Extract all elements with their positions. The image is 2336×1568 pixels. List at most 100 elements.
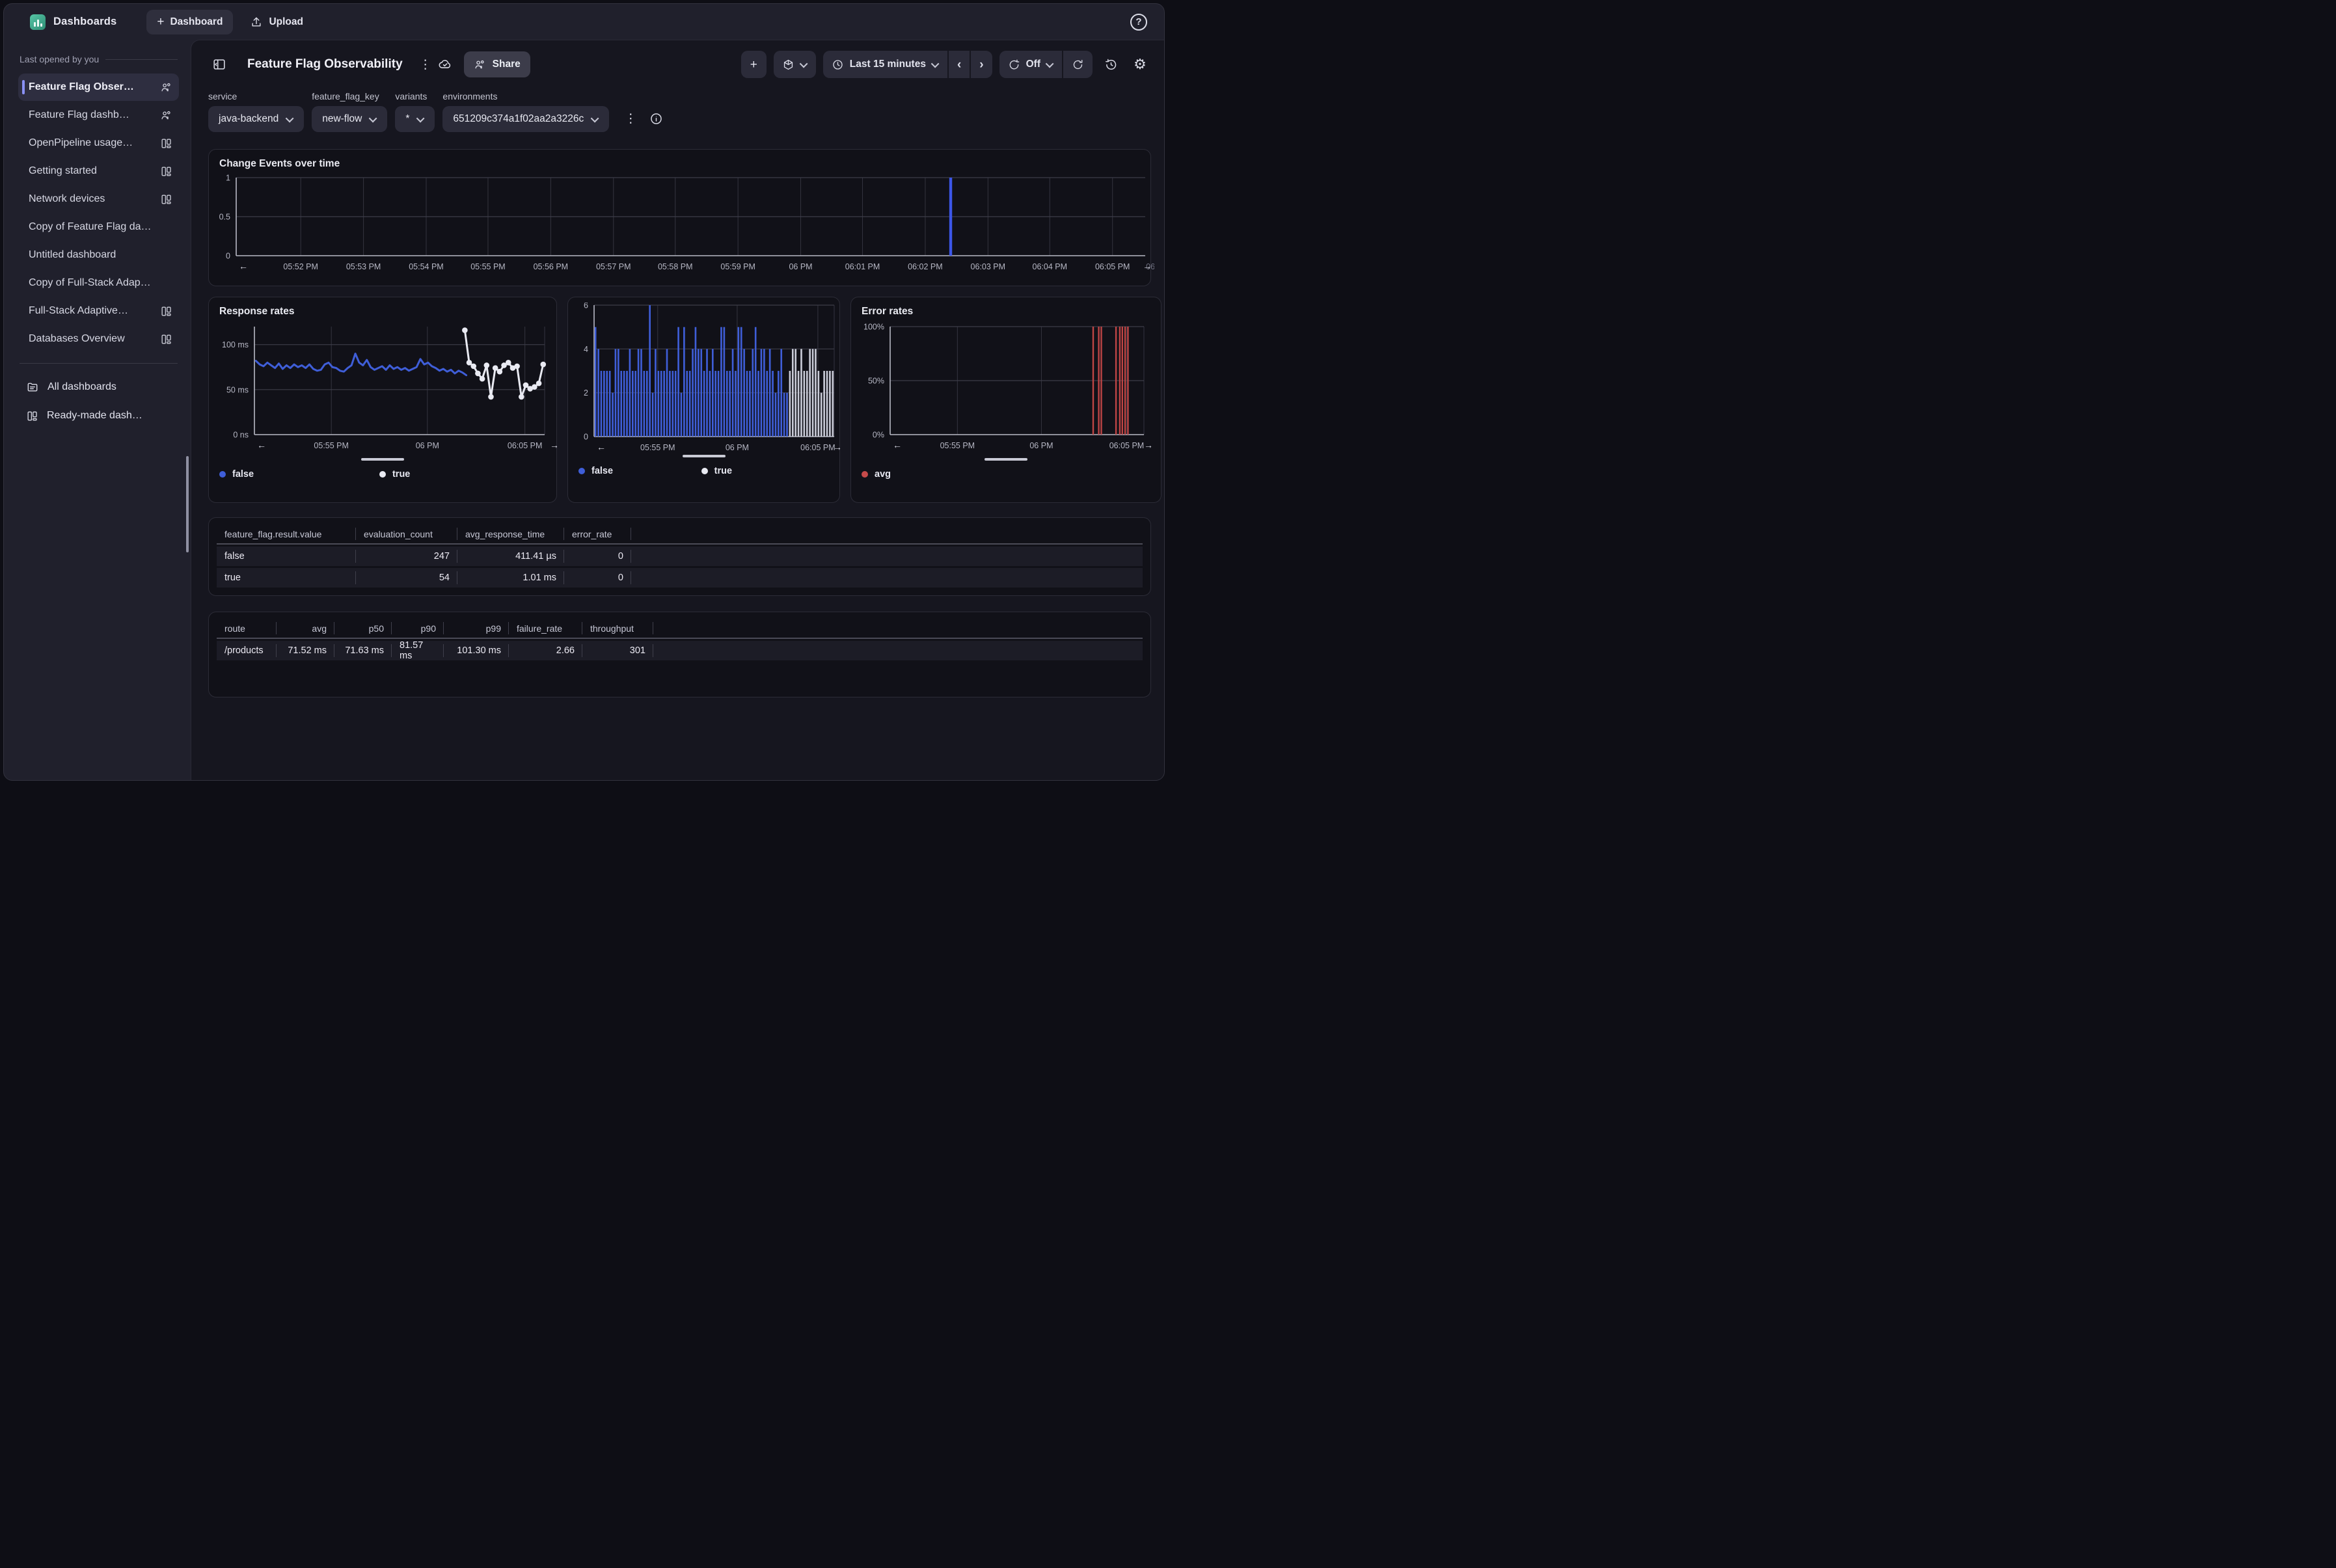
sidebar-footer-item[interactable]: Ready-made dash… (18, 401, 179, 430)
time-brush-handle[interactable] (361, 458, 404, 461)
chart-legend: avg (851, 469, 1161, 480)
sidebar-item[interactable]: Full-Stack Adaptive… (18, 297, 179, 325)
dashboard-header: Feature Flag Observability ⋮ Share + (208, 51, 1151, 78)
auto-refresh-dropdown[interactable]: Off (999, 51, 1062, 78)
change-events-chart[interactable]: 10.5005:52 PM05:53 PM05:54 PM05:55 PM05:… (209, 172, 1150, 275)
sidebar-item[interactable]: Copy of Full-Stack Adap… (18, 269, 179, 297)
history-button[interactable] (1100, 53, 1122, 75)
divider (105, 59, 178, 60)
column-header-avg_response_time[interactable]: avg_response_time (457, 524, 564, 545)
time-brush-handle[interactable] (985, 458, 1027, 461)
time-shift-back-button[interactable]: ‹ (947, 51, 970, 78)
column-header-p99[interactable]: p99 (444, 619, 509, 639)
plus-icon: + (157, 16, 164, 28)
svg-text:06:02 PM: 06:02 PM (908, 262, 943, 271)
svg-text:05:55 PM: 05:55 PM (640, 443, 675, 452)
panel-title: Error rates (851, 297, 1161, 320)
legend-item-true[interactable]: true (701, 466, 732, 476)
info-icon[interactable] (649, 112, 663, 126)
panel-error-rates: Error rates 100%50%0%05:55 PM06 PM06:05 … (850, 297, 1161, 503)
svg-text:0: 0 (584, 433, 588, 442)
share-button[interactable]: Share (464, 51, 530, 77)
legend-label: avg (875, 469, 891, 480)
svg-text:06:05 PM: 06:05 PM (1095, 262, 1130, 271)
svg-text:50%: 50% (868, 377, 884, 386)
refresh-button[interactable] (1062, 51, 1093, 78)
column-header-feature_flag.result.value[interactable]: feature_flag.result.value (217, 524, 356, 545)
new-dashboard-button[interactable]: + Dashboard (146, 10, 233, 34)
dashboard-menu-button[interactable]: ⋮ (417, 57, 434, 72)
column-header-p50[interactable]: p50 (334, 619, 392, 639)
svg-text:→: → (833, 442, 842, 452)
home-link[interactable]: Dashboards (30, 14, 116, 30)
collapse-sidebar-button[interactable] (208, 53, 230, 75)
grid-icon (160, 333, 172, 345)
column-header-throughput[interactable]: throughput (582, 619, 653, 639)
svg-text:06:03 PM: 06:03 PM (971, 262, 1006, 271)
panel-routes-table: routeavgp50p90p99failure_ratethroughput /… (208, 612, 1151, 697)
charts-row: Response rates 100 ms50 ms0 ns05:55 PM06… (208, 297, 1151, 503)
legend-dot (219, 471, 226, 478)
filter-label: service (208, 91, 304, 101)
grid-icon (26, 410, 38, 422)
chevron-down-icon (1046, 59, 1054, 68)
legend-item-true[interactable]: true (379, 469, 410, 480)
column-header-failure_rate[interactable]: failure_rate (509, 619, 582, 639)
svg-text:4: 4 (584, 345, 588, 354)
filter-dropdown-feature_flag_key[interactable]: new-flow (312, 106, 387, 132)
sidebar-item[interactable]: Network devices (18, 185, 179, 213)
column-header-avg[interactable]: avg (277, 619, 334, 639)
filter-dropdown-service[interactable]: java-backend (208, 106, 304, 132)
filter-dropdown-variants[interactable]: * (395, 106, 435, 132)
filter-label: feature_flag_key (312, 91, 387, 101)
legend-item-avg[interactable]: avg (862, 469, 891, 480)
column-header-error_rate[interactable]: error_rate (564, 524, 631, 545)
sidebar-item-label: Untitled dashboard (29, 249, 172, 261)
sidebar: Last opened by you Feature Flag Obser…Fe… (4, 40, 191, 780)
column-header-evaluation_count[interactable]: evaluation_count (356, 524, 457, 545)
legend-item-false[interactable]: false (219, 469, 379, 480)
evaluation-counts-chart[interactable]: 642005:55 PM06 PM06:05 PM←→ (568, 297, 839, 451)
sidebar-item[interactable]: Getting started (18, 157, 179, 185)
sidebar-item[interactable]: Feature Flag Obser… (18, 74, 179, 101)
response-rates-chart[interactable]: 100 ms50 ms0 ns05:55 PM06 PM06:05 PM←→ (209, 320, 556, 454)
grid-icon (160, 165, 172, 178)
table-cell: /products (217, 641, 277, 660)
svg-text:06:04 PM: 06:04 PM (1033, 262, 1068, 271)
filters-menu-button[interactable]: ⋮ (622, 111, 639, 126)
sidebar-footer-item[interactable]: All dashboards (18, 373, 179, 401)
filter-dropdown-environments[interactable]: 651209c374a1f02aa2a3226c (442, 106, 609, 132)
help-button[interactable]: ? (1130, 14, 1147, 31)
top-bar: Dashboards + Dashboard Upload ? (4, 4, 1164, 40)
sidebar-item[interactable]: Copy of Feature Flag da… (18, 213, 179, 241)
svg-text:→: → (1143, 261, 1152, 271)
variables-dropdown[interactable] (774, 51, 816, 78)
time-shift-forward-button[interactable]: › (970, 51, 992, 78)
sidebar-item-label: Databases Overview (29, 333, 154, 345)
app-name: Dashboards (53, 16, 116, 28)
sidebar-list: Feature Flag Obser…Feature Flag dashb…Op… (18, 74, 179, 353)
sidebar-item[interactable]: Feature Flag dashb… (18, 101, 179, 129)
column-header-route[interactable]: route (217, 619, 277, 639)
sidebar-item[interactable]: OpenPipeline usage… (18, 129, 179, 157)
app-window: Dashboards + Dashboard Upload ? Last ope… (3, 3, 1165, 781)
legend-item-false[interactable]: false (578, 466, 701, 476)
sidebar-item[interactable]: Databases Overview (18, 325, 179, 353)
routes-table: routeavgp50p90p99failure_ratethroughput /… (217, 619, 1143, 660)
filter-label: variants (395, 91, 435, 101)
table-cell: 81.57 ms (392, 641, 444, 660)
settings-button[interactable]: ⚙ (1129, 53, 1151, 75)
error-rates-chart[interactable]: 100%50%0%05:55 PM06 PM06:05 PM←→ (851, 320, 1161, 454)
column-header-p90[interactable]: p90 (392, 619, 444, 639)
sidebar-item[interactable]: Untitled dashboard (18, 241, 179, 269)
app-logo-icon (30, 14, 46, 30)
filter-group: environments651209c374a1f02aa2a3226c (442, 91, 609, 132)
sidebar-scrollbar[interactable] (186, 456, 189, 552)
time-range-dropdown[interactable]: Last 15 minutes (823, 51, 947, 78)
svg-text:06 PM: 06 PM (416, 441, 439, 450)
add-panel-button[interactable]: + (741, 51, 767, 78)
chart-legend: falsetrue (209, 469, 556, 480)
upload-button[interactable]: Upload (239, 10, 314, 34)
grid-icon (160, 193, 172, 206)
table-cell: 2.66 (509, 641, 582, 660)
